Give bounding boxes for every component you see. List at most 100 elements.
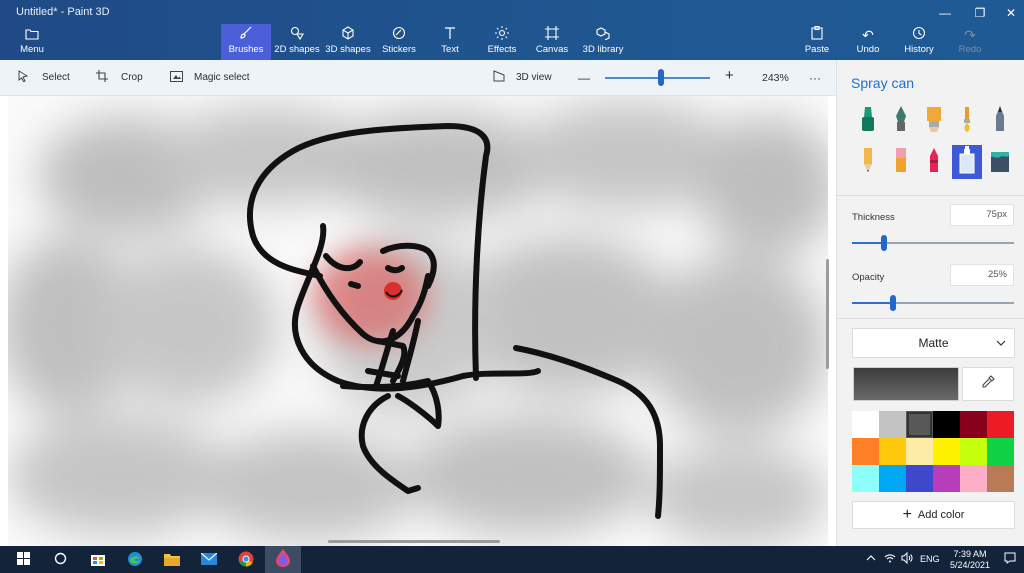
select-button[interactable]: Select	[18, 70, 70, 86]
history-button[interactable]: History	[901, 26, 937, 60]
opacity-slider-thumb[interactable]	[889, 295, 896, 311]
thickness-slider-thumb[interactable]	[881, 235, 888, 251]
opacity-input[interactable]: 25%	[950, 264, 1014, 286]
paint3d-window: Untitled* - Paint 3D — ❐ ✕ Menu Brushes …	[0, 0, 1024, 573]
color-swatch[interactable]	[933, 411, 960, 438]
network-button[interactable]	[884, 552, 896, 567]
zoom-out-button[interactable]: —	[578, 70, 590, 86]
tab-brushes-label: Brushes	[228, 44, 264, 55]
3d-view-button[interactable]: 3D view	[493, 70, 552, 86]
edge-app[interactable]	[117, 549, 153, 571]
color-swatch[interactable]	[879, 465, 906, 492]
opacity-slider-track[interactable]	[852, 302, 1014, 304]
zoom-level-text: 243%	[762, 72, 789, 84]
redo-icon: ↷	[964, 27, 976, 43]
color-swatch[interactable]	[960, 438, 987, 465]
divider	[837, 318, 1024, 319]
color-swatch[interactable]	[852, 465, 879, 492]
folder-icon	[164, 552, 180, 569]
tab-brushes[interactable]: Brushes	[221, 24, 271, 60]
history-icon	[901, 26, 937, 44]
speaker-icon	[901, 551, 913, 567]
tab-3d-shapes[interactable]: 3D shapes	[324, 26, 372, 60]
tab-text[interactable]: Text	[432, 26, 468, 60]
color-swatch[interactable]	[906, 465, 933, 492]
thickness-input[interactable]: 75px	[950, 204, 1014, 226]
eraser-tool[interactable]	[886, 145, 916, 179]
color-swatch[interactable]	[933, 438, 960, 465]
language-indicator[interactable]: ENG	[920, 554, 940, 564]
color-swatch[interactable]	[933, 465, 960, 492]
tab-2d-shapes[interactable]: 2D shapes	[273, 26, 321, 60]
color-swatch[interactable]	[906, 411, 933, 438]
close-button[interactable]: ✕	[996, 4, 1024, 22]
tab-3d-library[interactable]: 3D library	[580, 26, 626, 60]
color-swatch[interactable]	[852, 411, 879, 438]
paint3d-app[interactable]	[265, 546, 301, 573]
marker-tool[interactable]	[853, 104, 883, 138]
store-icon	[90, 551, 106, 569]
volume-button[interactable]	[901, 551, 913, 567]
crop-button[interactable]: Crop	[96, 70, 143, 86]
file-explorer-app[interactable]	[154, 549, 190, 571]
color-swatch[interactable]	[960, 411, 987, 438]
fill-tool[interactable]	[985, 145, 1015, 179]
notifications-button[interactable]	[1004, 552, 1016, 567]
chrome-app[interactable]	[228, 549, 264, 571]
brush-panel: Spray can Thickness 75px Opacity 25% Mat…	[836, 60, 1024, 546]
minimize-button[interactable]: —	[930, 4, 960, 22]
redo-button[interactable]: ↷ Redo	[955, 26, 985, 60]
calligraphy-pen-tool[interactable]	[886, 104, 916, 138]
tab-canvas[interactable]: Canvas	[533, 26, 571, 60]
add-color-button[interactable]: + Add color	[852, 501, 1015, 529]
color-swatch[interactable]	[852, 438, 879, 465]
color-swatch[interactable]	[879, 411, 906, 438]
drawing-surface[interactable]	[8, 96, 828, 546]
search-button[interactable]	[42, 549, 78, 571]
zoom-in-button[interactable]: +	[725, 68, 734, 84]
color-swatch[interactable]	[987, 465, 1014, 492]
crayon-tool[interactable]	[919, 145, 949, 179]
mail-app[interactable]	[191, 549, 227, 571]
watercolor-icon	[958, 105, 976, 138]
paste-button[interactable]: Paste	[800, 26, 834, 60]
finish-dropdown[interactable]: Matte	[852, 328, 1015, 358]
color-swatch[interactable]	[987, 411, 1014, 438]
drawing-canvas[interactable]	[8, 96, 828, 546]
language-label: ENG	[920, 554, 940, 564]
horizontal-scrollbar[interactable]	[328, 540, 500, 543]
oil-brush-tool[interactable]	[919, 104, 949, 138]
pencil-tool[interactable]	[853, 145, 883, 179]
store-app[interactable]	[80, 549, 116, 571]
marker-icon	[859, 105, 877, 138]
spray-can-tool[interactable]	[952, 145, 982, 179]
restore-button[interactable]: ❐	[965, 4, 995, 22]
library-icon	[580, 26, 626, 44]
menu-button[interactable]: Menu	[14, 26, 50, 60]
watercolor-tool[interactable]	[952, 104, 982, 138]
start-button[interactable]	[5, 549, 41, 571]
crayon-icon	[925, 146, 943, 179]
zoom-level[interactable]: 243%	[762, 70, 789, 86]
brush-icon	[221, 26, 271, 44]
magic-select-button[interactable]: Magic select	[170, 70, 250, 86]
clock[interactable]: 7:39 AM 5/24/2021	[946, 549, 994, 571]
canvas-workspace[interactable]	[0, 96, 836, 546]
color-swatch[interactable]	[879, 438, 906, 465]
tab-stickers[interactable]: Stickers	[377, 26, 421, 60]
pixel-pen-tool[interactable]	[985, 104, 1015, 138]
edge-icon	[127, 551, 143, 570]
eyedropper-button[interactable]	[962, 367, 1014, 401]
tab-effects[interactable]: Effects	[482, 26, 522, 60]
vertical-scrollbar[interactable]	[826, 259, 829, 369]
color-swatch[interactable]	[906, 438, 933, 465]
more-options-button[interactable]: ···	[809, 70, 821, 86]
undo-button[interactable]: ↶ Undo	[852, 26, 884, 60]
show-hidden-icons[interactable]	[866, 552, 876, 567]
color-swatch[interactable]	[960, 465, 987, 492]
current-color-swatch[interactable]	[853, 367, 959, 401]
zoom-slider-thumb[interactable]	[658, 69, 664, 86]
thickness-slider-track[interactable]	[852, 242, 1014, 244]
finish-value: Matte	[918, 336, 949, 350]
color-swatch[interactable]	[987, 438, 1014, 465]
